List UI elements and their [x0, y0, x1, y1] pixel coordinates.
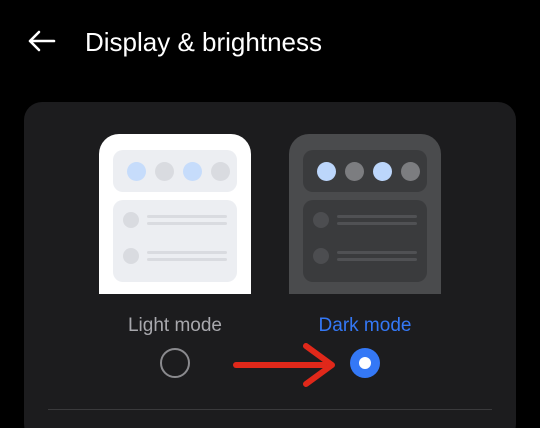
- preview-dot: [401, 162, 420, 181]
- divider: [48, 409, 492, 410]
- preview-dot: [155, 162, 174, 181]
- header: Display & brightness: [0, 0, 540, 84]
- preview-dot: [183, 162, 202, 181]
- light-mode-preview: [99, 134, 251, 294]
- page-title: Display & brightness: [85, 27, 322, 57]
- preview-dot: [211, 162, 230, 181]
- preview-dot: [373, 162, 392, 181]
- preview-quick-settings: [113, 150, 237, 192]
- preview-dot: [317, 162, 336, 181]
- preview-list-row: [123, 246, 233, 266]
- red-arrow-right-icon: [233, 343, 335, 387]
- preview-list: [303, 200, 427, 282]
- preview-list-row: [123, 210, 233, 230]
- light-mode-radio[interactable]: [160, 348, 190, 378]
- dark-mode-radio[interactable]: [350, 348, 380, 378]
- dark-mode-label: Dark mode: [318, 315, 412, 336]
- preview-list-row: [313, 246, 423, 266]
- preview-list: [113, 200, 237, 282]
- back-button[interactable]: [20, 22, 62, 60]
- display-brightness-screen: Display & brightness Light mode Dark mod…: [0, 0, 540, 428]
- preview-quick-settings: [303, 150, 427, 192]
- preview-list-row: [313, 210, 423, 230]
- dark-mode-preview: [289, 134, 441, 294]
- radio-selected-dot: [359, 357, 371, 369]
- arrow-left-icon: [28, 30, 56, 52]
- light-mode-label: Light mode: [127, 315, 222, 336]
- preview-dot: [127, 162, 146, 181]
- preview-dot: [345, 162, 364, 181]
